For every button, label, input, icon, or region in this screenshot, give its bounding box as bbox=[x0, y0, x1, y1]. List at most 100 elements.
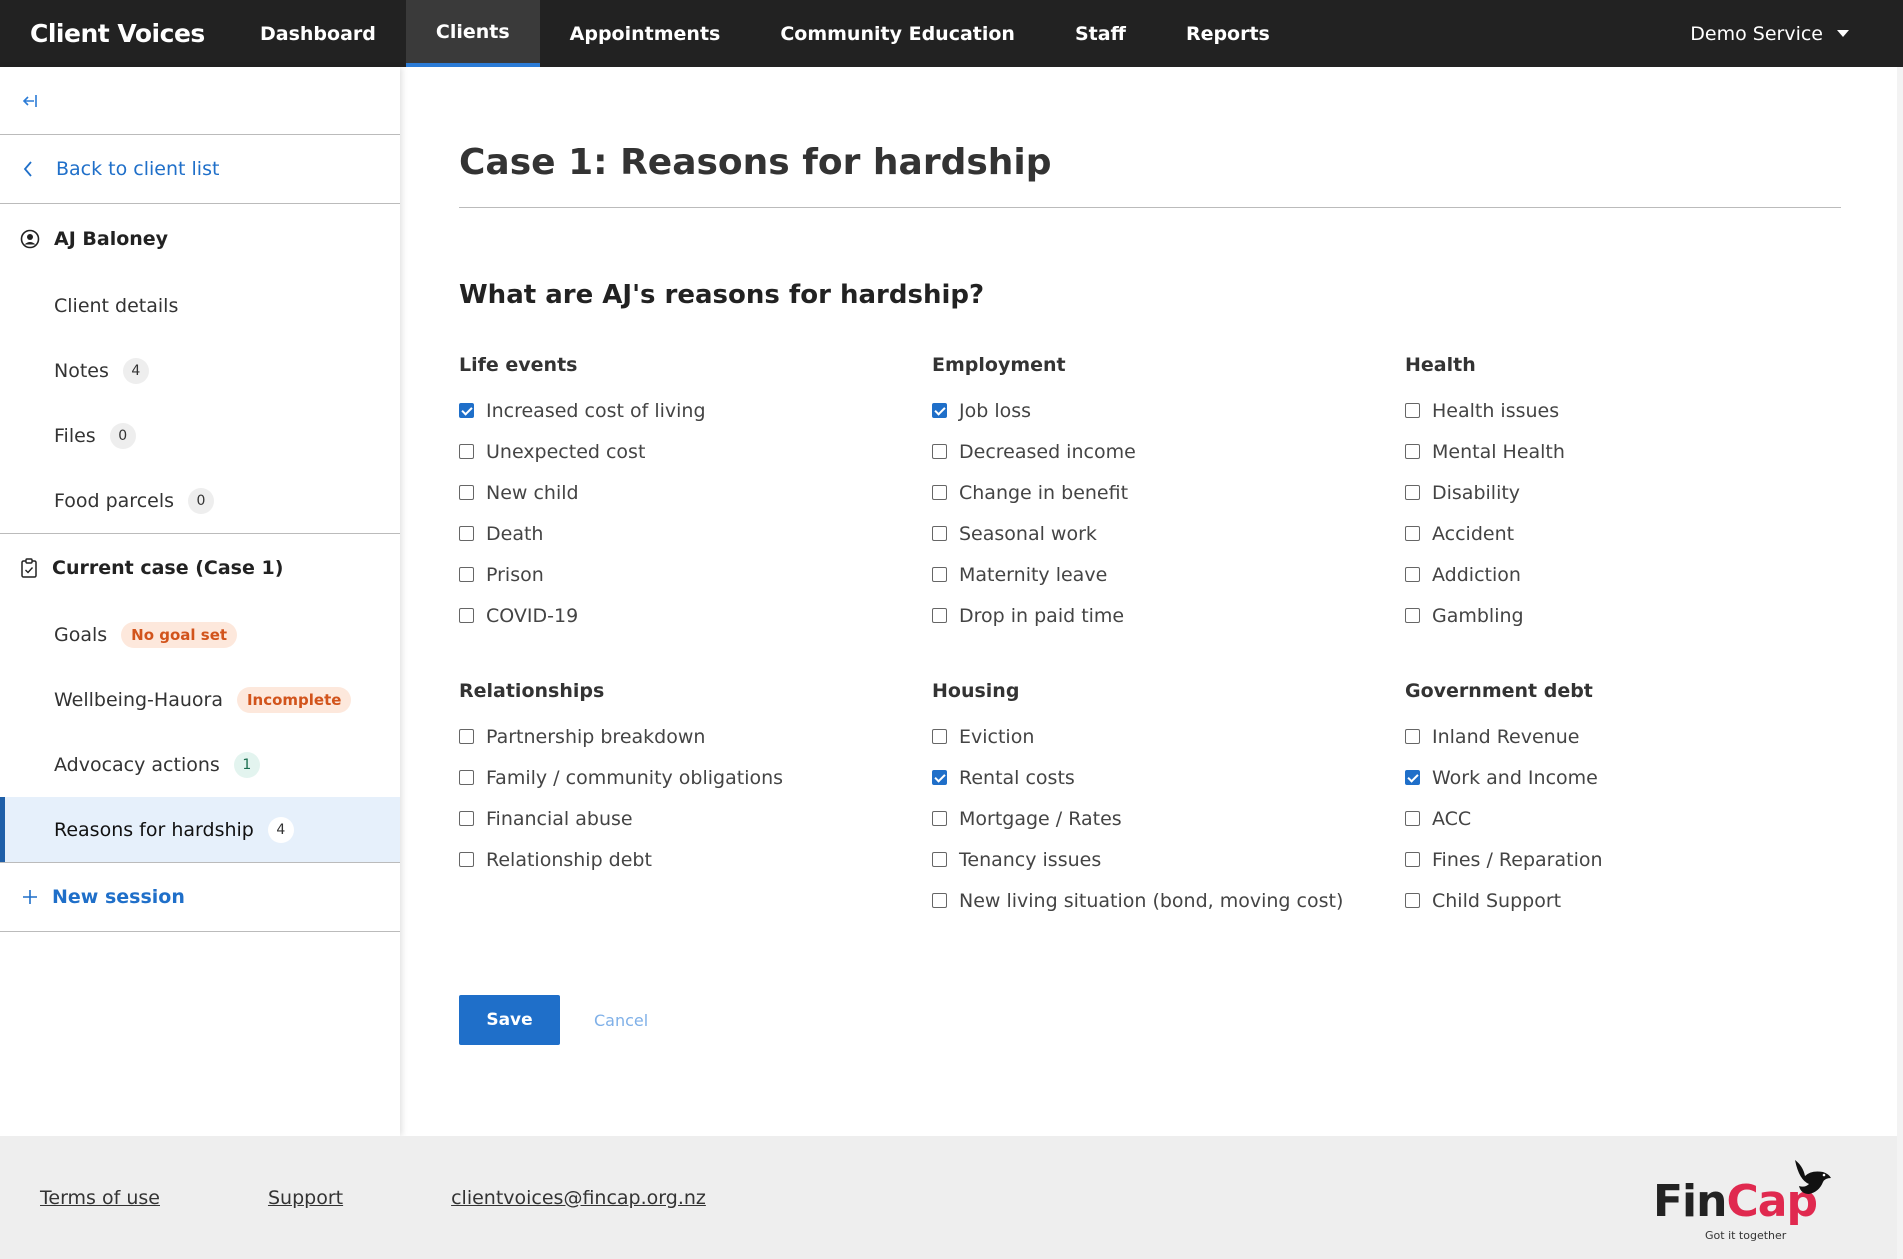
reason-option[interactable]: Disability bbox=[1405, 472, 1841, 513]
scrollbar[interactable] bbox=[1897, 67, 1903, 1259]
new-session-label: New session bbox=[52, 886, 185, 908]
reason-option[interactable]: Increased cost of living bbox=[459, 390, 932, 431]
reason-option[interactable]: Drop in paid time bbox=[932, 595, 1405, 636]
fincap-logo[interactable]: FinCap Got it together bbox=[1653, 1156, 1833, 1246]
nav-appointments[interactable]: Appointments bbox=[540, 0, 751, 67]
sidebar-item-advocacy-actions[interactable]: Advocacy actions 1 bbox=[0, 732, 400, 797]
reason-checkbox[interactable] bbox=[459, 485, 474, 500]
reason-option[interactable]: Accident bbox=[1405, 513, 1841, 554]
reason-option[interactable]: Family / community obligations bbox=[459, 757, 932, 798]
nav-reports[interactable]: Reports bbox=[1156, 0, 1300, 67]
reason-checkbox[interactable] bbox=[932, 893, 947, 908]
group-title: Health bbox=[1405, 354, 1476, 376]
reason-checkbox[interactable] bbox=[459, 403, 474, 418]
reason-option[interactable]: Partnership breakdown bbox=[459, 716, 932, 757]
reason-checkbox[interactable] bbox=[1405, 852, 1420, 867]
reason-checkbox[interactable] bbox=[1405, 893, 1420, 908]
sidebar-item-wellbeing[interactable]: Wellbeing-Hauora Incomplete bbox=[0, 667, 400, 732]
reason-checkbox[interactable] bbox=[932, 403, 947, 418]
reason-option[interactable]: New living situation (bond, moving cost) bbox=[932, 880, 1405, 921]
nav-dashboard[interactable]: Dashboard bbox=[230, 0, 406, 67]
reason-checkbox[interactable] bbox=[1405, 526, 1420, 541]
reason-option[interactable]: Unexpected cost bbox=[459, 431, 932, 472]
sidebar-item-food-parcels[interactable]: Food parcels 0 bbox=[0, 468, 400, 533]
reason-option[interactable]: ACC bbox=[1405, 798, 1841, 839]
cancel-link[interactable]: Cancel bbox=[594, 1011, 648, 1030]
reason-option[interactable]: Seasonal work bbox=[932, 513, 1405, 554]
reason-label: New living situation (bond, moving cost) bbox=[959, 889, 1344, 912]
nav-community-education[interactable]: Community Education bbox=[750, 0, 1045, 67]
reason-checkbox[interactable] bbox=[1405, 567, 1420, 582]
reason-option[interactable]: Relationship debt bbox=[459, 839, 932, 880]
support-link[interactable]: Support bbox=[268, 1187, 343, 1209]
reason-label: Health issues bbox=[1432, 399, 1560, 422]
reason-checkbox[interactable] bbox=[1405, 403, 1420, 418]
reason-option[interactable]: Change in benefit bbox=[932, 472, 1405, 513]
sidebar-item-files[interactable]: Files 0 bbox=[0, 403, 400, 468]
reason-option[interactable]: Mortgage / Rates bbox=[932, 798, 1405, 839]
reason-option[interactable]: Health issues bbox=[1405, 390, 1841, 431]
reason-option[interactable]: Addiction bbox=[1405, 554, 1841, 595]
nav-clients[interactable]: Clients bbox=[405, 0, 540, 67]
reason-checkbox[interactable] bbox=[1405, 729, 1420, 744]
reason-option[interactable]: Maternity leave bbox=[932, 554, 1405, 595]
reason-checkbox[interactable] bbox=[932, 852, 947, 867]
reason-option[interactable]: Inland Revenue bbox=[1405, 716, 1841, 757]
reason-option[interactable]: Tenancy issues bbox=[932, 839, 1405, 880]
reason-checkbox[interactable] bbox=[932, 526, 947, 541]
reason-checkbox[interactable] bbox=[932, 770, 947, 785]
reason-option[interactable]: New child bbox=[459, 472, 932, 513]
reason-option[interactable]: Prison bbox=[459, 554, 932, 595]
sidebar-item-reasons-for-hardship[interactable]: Reasons for hardship 4 bbox=[0, 797, 400, 862]
reason-checkbox[interactable] bbox=[459, 811, 474, 826]
reason-checkbox[interactable] bbox=[459, 444, 474, 459]
reason-checkbox[interactable] bbox=[459, 852, 474, 867]
sidebar-item-notes[interactable]: Notes 4 bbox=[0, 338, 400, 403]
reason-checkbox[interactable] bbox=[932, 729, 947, 744]
reason-option[interactable]: Job loss bbox=[932, 390, 1405, 431]
reason-option[interactable]: Work and Income bbox=[1405, 757, 1841, 798]
brand-logo[interactable]: Client Voices bbox=[0, 19, 230, 48]
reason-checkbox[interactable] bbox=[932, 444, 947, 459]
reason-checkbox[interactable] bbox=[932, 811, 947, 826]
collapse-sidebar-button[interactable] bbox=[0, 67, 400, 135]
reason-checkbox[interactable] bbox=[459, 526, 474, 541]
email-link[interactable]: clientvoices@fincap.org.nz bbox=[451, 1187, 706, 1209]
reason-label: Disability bbox=[1432, 481, 1521, 504]
reason-checkbox[interactable] bbox=[459, 567, 474, 582]
reason-option[interactable]: Financial abuse bbox=[459, 798, 932, 839]
reason-label: Inland Revenue bbox=[1432, 725, 1580, 748]
reason-checkbox[interactable] bbox=[932, 567, 947, 582]
new-session-button[interactable]: New session bbox=[0, 862, 400, 932]
reason-option[interactable]: Decreased income bbox=[932, 431, 1405, 472]
reason-checkbox[interactable] bbox=[932, 485, 947, 500]
reason-checkbox[interactable] bbox=[1405, 811, 1420, 826]
reason-label: New child bbox=[486, 481, 579, 504]
reason-checkbox[interactable] bbox=[1405, 444, 1420, 459]
save-button[interactable]: Save bbox=[459, 995, 560, 1045]
account-dropdown[interactable]: Demo Service bbox=[1690, 0, 1849, 67]
reason-option[interactable]: COVID-19 bbox=[459, 595, 932, 636]
reason-option[interactable]: Gambling bbox=[1405, 595, 1841, 636]
reason-option[interactable]: Death bbox=[459, 513, 932, 554]
reason-label: Unexpected cost bbox=[486, 440, 646, 463]
reason-option[interactable]: Mental Health bbox=[1405, 431, 1841, 472]
back-to-client-list-link[interactable]: Back to client list bbox=[0, 135, 400, 204]
terms-of-use-link[interactable]: Terms of use bbox=[40, 1187, 160, 1209]
reason-option[interactable]: Child Support bbox=[1405, 880, 1841, 921]
nav-staff[interactable]: Staff bbox=[1045, 0, 1156, 67]
reason-checkbox[interactable] bbox=[459, 729, 474, 744]
sidebar-item-client-details[interactable]: Client details bbox=[0, 273, 400, 338]
reason-option[interactable]: Eviction bbox=[932, 716, 1405, 757]
advocacy-count-badge: 1 bbox=[233, 751, 260, 778]
reason-checkbox[interactable] bbox=[459, 608, 474, 623]
reason-option[interactable]: Fines / Reparation bbox=[1405, 839, 1841, 880]
sidebar-item-goals[interactable]: Goals No goal set bbox=[0, 602, 400, 667]
reason-checkbox[interactable] bbox=[459, 770, 474, 785]
reason-checkbox[interactable] bbox=[1405, 770, 1420, 785]
reason-label: Death bbox=[486, 522, 544, 545]
reason-option[interactable]: Rental costs bbox=[932, 757, 1405, 798]
reason-checkbox[interactable] bbox=[1405, 608, 1420, 623]
reason-checkbox[interactable] bbox=[1405, 485, 1420, 500]
reason-checkbox[interactable] bbox=[932, 608, 947, 623]
